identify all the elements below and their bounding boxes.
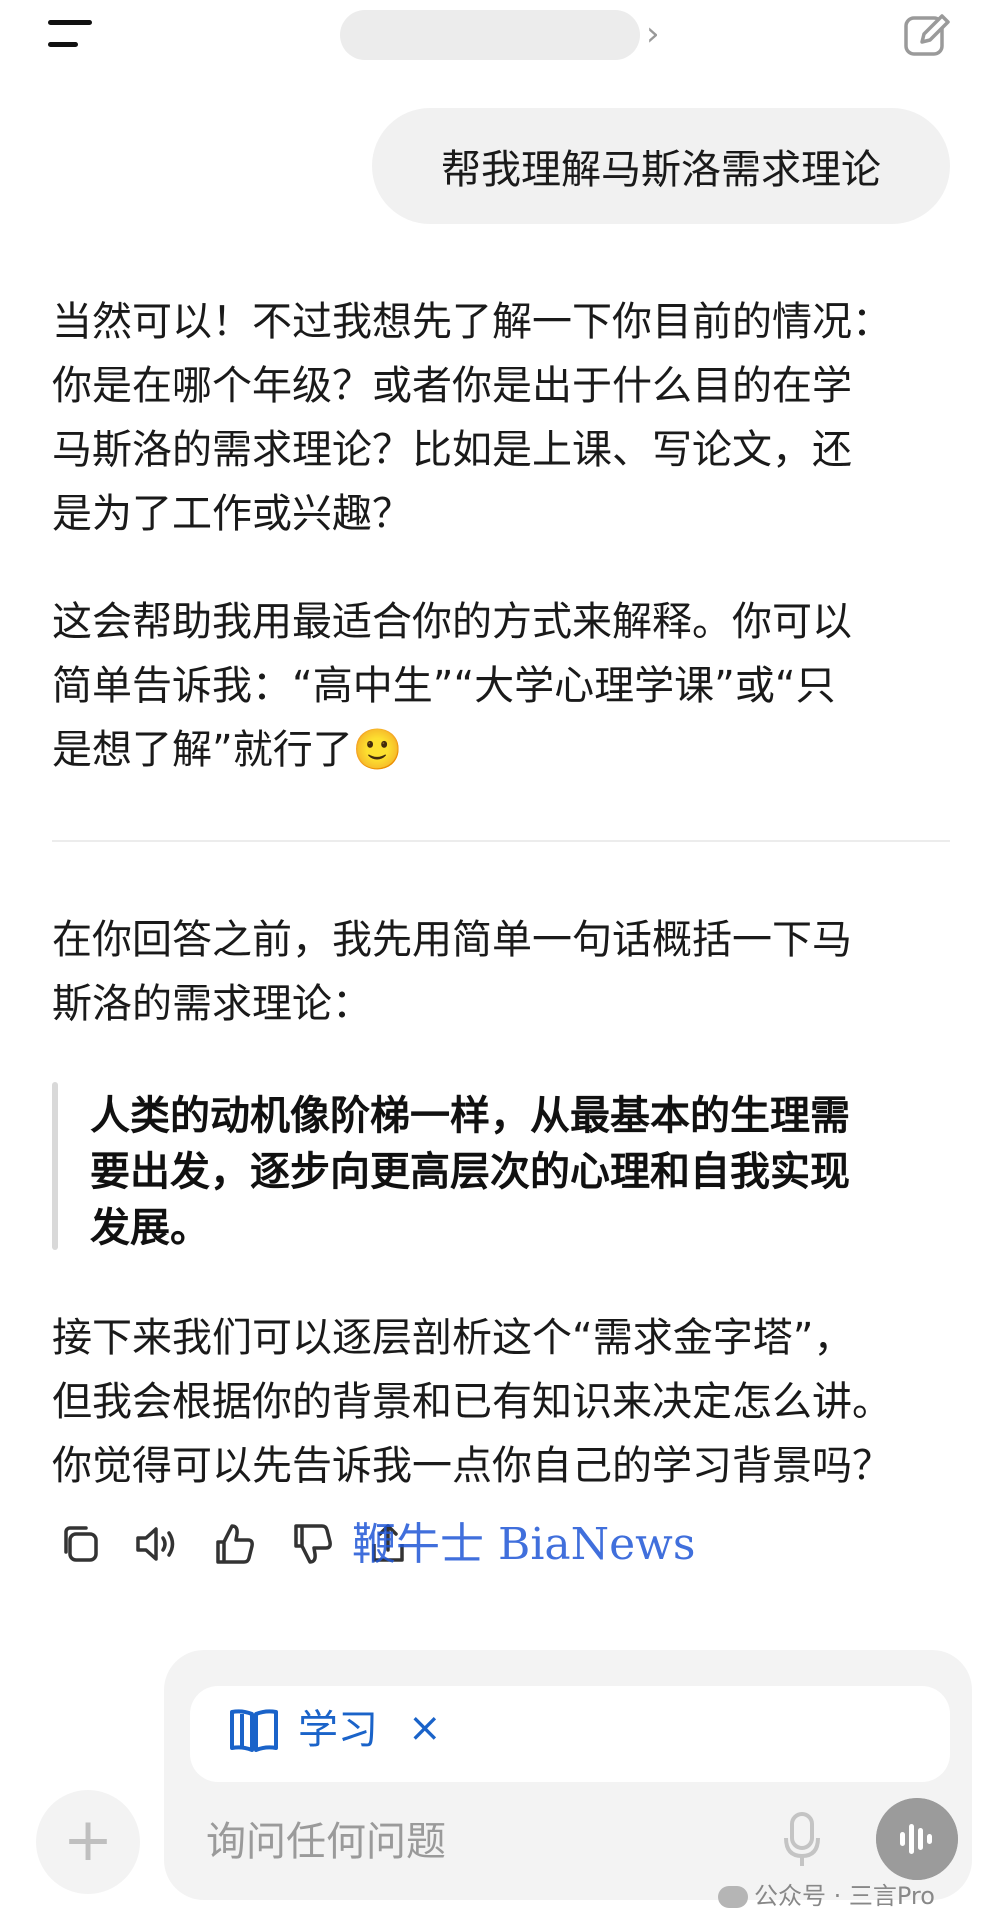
user-message-bubble: 帮我理解马斯洛需求理论 <box>372 108 950 224</box>
microphone-icon[interactable] <box>782 1808 822 1872</box>
assistant-paragraph-1: 当然可以！不过我想先了解一下你目前的情况： 你是在哪个年级？或者你是出于什么目的… <box>52 290 962 546</box>
blockquote-bar <box>52 1082 58 1250</box>
conversation-title-pill[interactable] <box>340 10 640 60</box>
assistant-paragraph-2: 这会帮助我用最适合你的方式来解释。你可以 简单告诉我：“高中生”“大学心理学课”… <box>52 590 962 782</box>
speaker-icon[interactable] <box>132 1520 180 1568</box>
text-line: 人类的动机像阶梯一样，从最基本的生理需 <box>90 1093 850 1139</box>
text-line: 你觉得可以先告诉我一点你自己的学习背景吗？ <box>52 1443 892 1489</box>
blockquote-text: 人类的动机像阶梯一样，从最基本的生理需 要出发，逐步向更高层次的心理和自我实现 … <box>90 1088 950 1256</box>
text-line: 你是在哪个年级？或者你是出于什么目的在学 <box>52 363 852 409</box>
text-line: 在你回答之前，我先用简单一句话概括一下马 <box>52 917 852 963</box>
text-line: 这会帮助我用最适合你的方式来解释。你可以 <box>52 599 852 645</box>
wechat-icon <box>718 1886 748 1908</box>
voice-mode-button[interactable] <box>876 1798 958 1880</box>
text-line: 是想了解”就行了🙂 <box>52 727 403 773</box>
footer-watermark-text: 公众号 · 三言Pro <box>754 1882 935 1910</box>
menu-icon[interactable] <box>48 18 100 52</box>
text-line: 要出发，逐步向更高层次的心理和自我实现 <box>90 1149 850 1195</box>
text-line: 接下来我们可以逐层剖析这个“需求金字塔”， <box>52 1315 854 1361</box>
assistant-paragraph-4: 接下来我们可以逐层剖析这个“需求金字塔”， 但我会根据你的背景和已有知识来决定怎… <box>52 1306 962 1498</box>
user-message-text: 帮我理解马斯洛需求理论 <box>441 147 881 193</box>
assistant-paragraph-3: 在你回答之前，我先用简单一句话概括一下马 斯洛的需求理论： <box>52 908 962 1036</box>
thumbs-up-icon[interactable] <box>210 1520 258 1568</box>
text-line: 但我会根据你的背景和已有知识来决定怎么讲。 <box>52 1379 892 1425</box>
footer-watermark: 公众号 · 三言Pro <box>718 1876 935 1916</box>
add-attachment-button[interactable]: + <box>36 1790 140 1894</box>
edit-icon[interactable] <box>900 8 954 62</box>
copy-icon[interactable] <box>56 1520 104 1568</box>
study-mode-label: 学习 <box>298 1707 378 1753</box>
text-line: 简单告诉我：“高中生”“大学心理学课”或“只 <box>52 663 836 709</box>
message-input[interactable]: 询问任何问题 <box>206 1814 446 1870</box>
close-icon[interactable]: × <box>408 1700 442 1756</box>
watermark-logo: 鞭牛士 BiaNews <box>352 1519 696 1570</box>
chevron-right-icon[interactable]: › <box>646 14 660 54</box>
text-line: 发展。 <box>90 1205 210 1251</box>
text-line: 是为了工作或兴趣？ <box>52 491 412 537</box>
text-line: 当然可以！不过我想先了解一下你目前的情况： <box>52 299 892 345</box>
book-icon <box>230 1709 278 1752</box>
divider <box>52 840 950 842</box>
text-line: 斯洛的需求理论： <box>52 981 372 1027</box>
text-line: 马斯洛的需求理论？比如是上课、写论文，还 <box>52 427 852 473</box>
thumbs-down-icon[interactable] <box>288 1520 336 1568</box>
